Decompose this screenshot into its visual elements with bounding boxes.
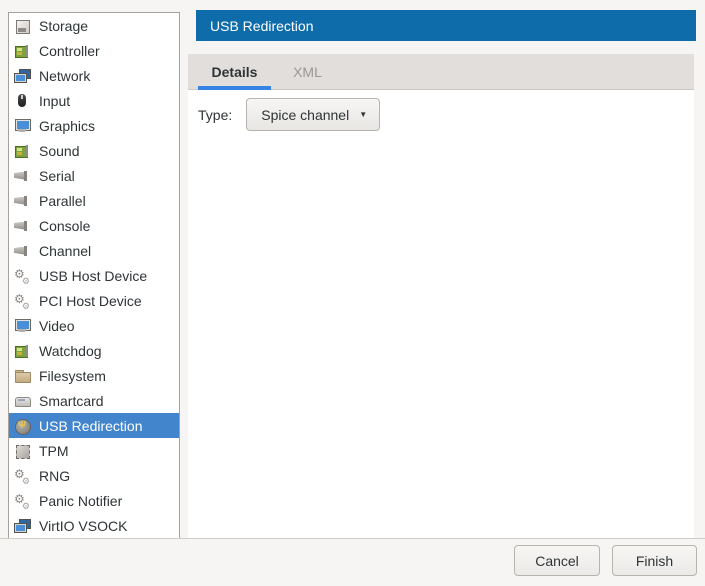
chip-icon <box>14 443 30 459</box>
gears-icon <box>14 293 30 309</box>
list-item-label: Network <box>39 68 90 84</box>
list-item-label: Input <box>39 93 70 109</box>
list-item-label: Console <box>39 218 90 234</box>
tab-details[interactable]: Details <box>198 54 271 89</box>
list-item-label: USB Redirection <box>39 418 143 434</box>
list-item-channel[interactable]: Channel <box>9 238 179 263</box>
list-item-pci-host-device[interactable]: PCI Host Device <box>9 288 179 313</box>
list-item-input[interactable]: Input <box>9 88 179 113</box>
type-dropdown[interactable]: Spice channel ▼ <box>246 98 380 131</box>
monitor-icon <box>14 318 30 334</box>
list-item-smartcard[interactable]: Smartcard <box>9 388 179 413</box>
list-item-label: Serial <box>39 168 75 184</box>
list-item-label: Storage <box>39 18 88 34</box>
plug-icon <box>14 218 30 234</box>
list-item-label: Channel <box>39 243 91 259</box>
list-item-parallel[interactable]: Parallel <box>9 188 179 213</box>
list-item-video[interactable]: Video <box>9 313 179 338</box>
tab-xml-label: XML <box>293 64 322 80</box>
usb-plug-icon <box>14 418 30 434</box>
list-item-label: Watchdog <box>39 343 102 359</box>
list-item-label: Sound <box>39 143 79 159</box>
list-item-label: Smartcard <box>39 393 104 409</box>
list-item-panic-notifier[interactable]: Panic Notifier <box>9 488 179 513</box>
computer-icon <box>14 518 30 534</box>
tab-xml[interactable]: XML <box>271 54 344 89</box>
list-item-usb-host-device[interactable]: USB Host Device <box>9 263 179 288</box>
finish-button[interactable]: Finish <box>612 545 697 576</box>
list-item-tpm[interactable]: TPM <box>9 438 179 463</box>
cancel-button[interactable]: Cancel <box>514 545 600 576</box>
pci-card-icon <box>14 43 30 59</box>
list-item-label: TPM <box>39 443 69 459</box>
list-item-filesystem[interactable]: Filesystem <box>9 363 179 388</box>
details-panel: Type: Spice channel ▼ <box>188 90 694 538</box>
gears-icon <box>14 268 30 284</box>
cancel-button-label: Cancel <box>535 553 579 569</box>
plug-icon <box>14 193 30 209</box>
list-item-console[interactable]: Console <box>9 213 179 238</box>
plug-icon <box>14 168 30 184</box>
disk-icon <box>14 18 30 34</box>
hardware-type-list[interactable]: Storage Controller Network Input Graphics Sou… <box>8 12 180 539</box>
list-item-label: PCI Host Device <box>39 293 142 309</box>
list-item-label: Filesystem <box>39 368 106 384</box>
pci-card-icon <box>14 143 30 159</box>
gears-icon <box>14 493 30 509</box>
type-row: Type: Spice channel ▼ <box>188 90 694 131</box>
list-item-controller[interactable]: Controller <box>9 38 179 63</box>
list-item-virtio-vsock[interactable]: VirtIO VSOCK <box>9 513 179 538</box>
list-item-label: Parallel <box>39 193 86 209</box>
monitor-icon <box>14 118 30 134</box>
list-item-storage[interactable]: Storage <box>9 13 179 38</box>
list-item-network[interactable]: Network <box>9 63 179 88</box>
list-item-label: Graphics <box>39 118 95 134</box>
mouse-icon <box>14 93 30 109</box>
chevron-down-icon: ▼ <box>359 110 367 119</box>
pci-card-icon <box>14 343 30 359</box>
list-item-label: Video <box>39 318 75 334</box>
tab-details-label: Details <box>212 64 258 80</box>
list-item-watchdog[interactable]: Watchdog <box>9 338 179 363</box>
list-item-usb-redirection[interactable]: USB Redirection <box>9 413 179 438</box>
list-item-graphics[interactable]: Graphics <box>9 113 179 138</box>
list-item-label: Controller <box>39 43 100 59</box>
smartcard-icon <box>14 393 30 409</box>
type-label: Type: <box>198 107 232 123</box>
type-dropdown-value: Spice channel <box>261 107 349 123</box>
list-item-label: RNG <box>39 468 70 484</box>
list-item-rng[interactable]: RNG <box>9 463 179 488</box>
gears-icon <box>14 468 30 484</box>
finish-button-label: Finish <box>636 553 673 569</box>
page-title: USB Redirection <box>210 18 314 34</box>
computer-icon <box>14 68 30 84</box>
list-item-label: USB Host Device <box>39 268 147 284</box>
plug-icon <box>14 243 30 259</box>
tab-bar: Details XML <box>188 54 694 90</box>
list-item-label: VirtIO VSOCK <box>39 518 127 534</box>
page-title-bar: USB Redirection <box>196 10 696 41</box>
dialog-footer: Cancel Finish <box>0 538 705 586</box>
list-item-label: Panic Notifier <box>39 493 122 509</box>
folder-icon <box>14 368 30 384</box>
list-item-sound[interactable]: Sound <box>9 138 179 163</box>
list-item-serial[interactable]: Serial <box>9 163 179 188</box>
